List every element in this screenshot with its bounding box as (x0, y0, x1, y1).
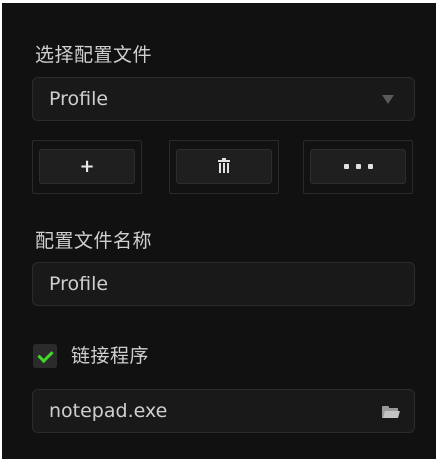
profile-name-label: 配置文件名称 (35, 230, 153, 252)
profile-name-input[interactable]: Profile (32, 262, 415, 306)
select-profile-label: 选择配置文件 (35, 44, 153, 66)
profile-dropdown[interactable]: Profile (32, 77, 415, 121)
program-path-field[interactable]: notepad.exe (32, 389, 415, 433)
dropdown-arrow-icon (382, 95, 394, 104)
checkmark-icon (37, 346, 54, 364)
link-program-label: 链接程序 (71, 345, 150, 367)
link-program-checkbox[interactable] (33, 344, 57, 368)
delete-profile-button-frame (169, 140, 279, 194)
more-options-button-frame (303, 140, 413, 194)
program-path-value: notepad.exe (49, 400, 168, 422)
add-button-label: + (79, 156, 95, 177)
folder-icon[interactable] (382, 406, 400, 418)
profile-name-value: Profile (49, 273, 109, 295)
more-options-button[interactable] (310, 149, 406, 184)
trash-icon (218, 158, 230, 173)
add-profile-button[interactable]: + (39, 149, 135, 184)
delete-profile-button[interactable] (176, 149, 272, 184)
profile-dropdown-value: Profile (49, 88, 109, 110)
ellipsis-icon (343, 164, 373, 169)
add-profile-button-frame: + (32, 140, 142, 194)
